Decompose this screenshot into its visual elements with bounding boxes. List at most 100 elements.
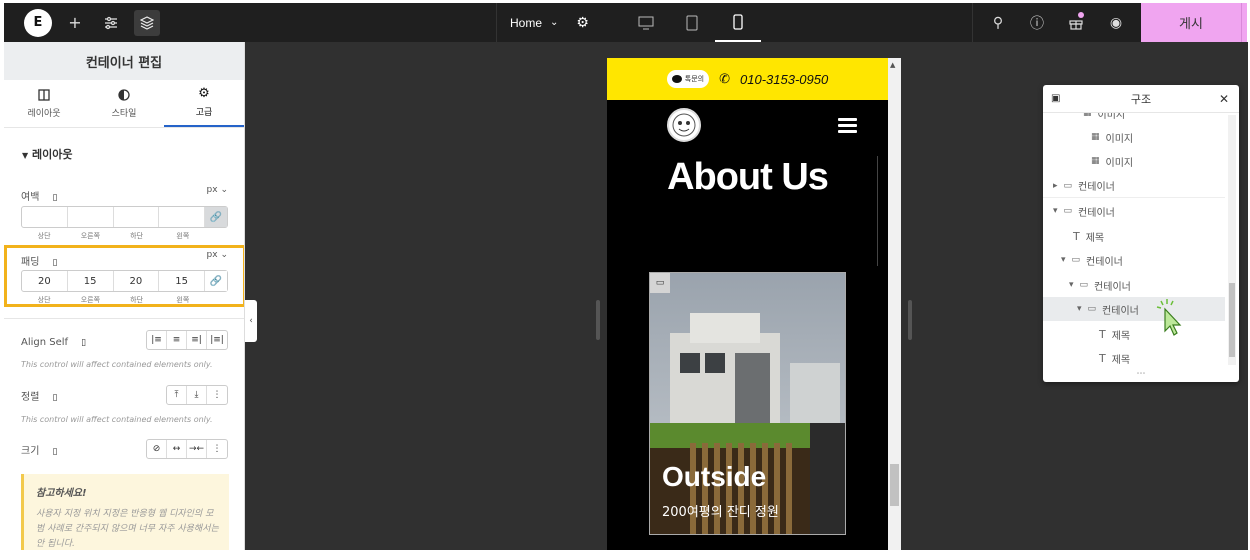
mobile-view-icon[interactable] — [715, 3, 761, 42]
phone-number[interactable]: 010-3153-0950 — [740, 72, 828, 87]
more-options-icon[interactable]: ⋮ — [207, 386, 227, 404]
scrollbar-thumb[interactable] — [890, 464, 899, 506]
margin-top-input[interactable] — [22, 207, 68, 227]
tree-item-container[interactable]: ▾ ▭ 컨테이너 — [1043, 273, 1225, 297]
margin-left-input[interactable] — [159, 207, 205, 227]
grow-icon[interactable]: ↔ — [167, 440, 187, 458]
tab-label: 레이아웃 — [27, 108, 61, 119]
collapse-panel-button[interactable]: ‹ — [245, 300, 257, 342]
page-settings-icon[interactable]: ⚙ — [576, 14, 589, 31]
padding-top-input[interactable]: 20 — [22, 271, 68, 291]
tree-item-heading[interactable]: T 제목 — [1043, 322, 1225, 346]
preview-scrollbar[interactable]: ▲ — [888, 58, 901, 550]
add-element-button[interactable]: + — [62, 10, 88, 36]
tree-item-image[interactable]: ▦ 이미지 — [1043, 149, 1225, 173]
tree-item-container[interactable]: ▾ ▭ 컨테이너 — [1043, 199, 1225, 223]
size-label: 크기 — [21, 446, 40, 457]
caret-down-icon[interactable]: ▾ — [1053, 206, 1058, 216]
page-selector[interactable]: Home ⌄ ⚙ — [510, 3, 589, 42]
structure-layers-button[interactable] — [134, 9, 160, 36]
scrollbar-thumb[interactable] — [1229, 283, 1235, 357]
resize-handle-right[interactable] — [908, 300, 912, 340]
container-icon: ▭ — [1063, 206, 1073, 216]
side-label-bottom: 하단 — [130, 296, 144, 304]
responsive-mobile-icon[interactable]: ▯ — [53, 258, 58, 268]
padding-label: 패딩 — [21, 257, 40, 268]
mobile-preview: 톡문의 ✆ 010-3153-0950 About Us ▭ Outside 2… — [607, 58, 888, 550]
heading-icon: T — [1073, 229, 1080, 243]
link-values-icon[interactable]: 🔗 — [205, 271, 227, 291]
scroll-up-icon[interactable]: ▲ — [890, 61, 895, 69]
responsive-mobile-icon[interactable]: ▯ — [53, 393, 58, 403]
padding-right-input[interactable]: 15 — [68, 271, 114, 291]
tree-item-container[interactable]: ▾ ▭ 컨테이너 — [1043, 248, 1225, 272]
margin-bottom-input[interactable] — [114, 207, 160, 227]
structure-title: 구조 — [1130, 92, 1152, 106]
padding-left-input[interactable]: 15 — [159, 271, 205, 291]
tab-advanced[interactable]: ⚙ 고급 — [164, 80, 244, 127]
more-options-icon[interactable]: ⋮ — [207, 440, 227, 458]
container-handle-icon[interactable]: ▭ — [650, 273, 670, 293]
house-photo — [650, 273, 845, 534]
caret-down-icon[interactable]: ▾ — [1077, 304, 1082, 314]
publish-button[interactable]: 게시 — [1141, 3, 1241, 42]
image-icon: ▦ — [1091, 132, 1100, 142]
tree-item-image[interactable]: ▦ 이미지 — [1043, 125, 1225, 149]
tablet-view-icon[interactable] — [669, 3, 715, 42]
tree-item-heading[interactable]: T 제목 — [1043, 224, 1225, 248]
unit-select[interactable]: px ⌄ — [207, 250, 228, 260]
responsive-mobile-icon[interactable]: ▯ — [53, 193, 58, 203]
desktop-view-icon[interactable] — [623, 3, 669, 42]
order-first-icon[interactable]: ⤒ — [167, 386, 187, 404]
collapse-all-icon[interactable]: ▣ — [1051, 93, 1060, 104]
padding-bottom-input[interactable]: 20 — [114, 271, 160, 291]
section-toggle-layout[interactable]: ▼ 레이아웃 — [22, 146, 244, 162]
margin-label: 여백 — [21, 192, 40, 203]
tree-item-container-selected[interactable]: ▾ ▭ 컨테이너 — [1043, 297, 1225, 321]
structure-header: ▣ 구조 ✕ — [1043, 85, 1239, 113]
none-icon[interactable]: ⊘ — [147, 440, 167, 458]
hamburger-menu-icon[interactable] — [838, 118, 857, 136]
publish-options-button[interactable] — [1241, 3, 1247, 42]
align-end-icon[interactable]: ≡| — [187, 331, 207, 349]
container-icon: ▭ — [1079, 280, 1089, 290]
caret-right-icon[interactable]: ▸ — [1053, 181, 1058, 191]
shrink-icon[interactable]: →← — [187, 440, 207, 458]
container-icon: ▭ — [1071, 255, 1081, 265]
responsive-mobile-icon[interactable]: ▯ — [53, 447, 58, 457]
section-title: 레이아웃 — [32, 148, 73, 161]
whats-new-gift-icon[interactable] — [1061, 3, 1091, 42]
structure-scrollbar[interactable] — [1228, 115, 1236, 365]
tab-style[interactable]: 스타일 — [84, 80, 164, 127]
tree-item-image[interactable]: ▦ 이미지 — [1043, 113, 1225, 125]
tab-layout[interactable]: 레이아웃 — [4, 80, 84, 127]
site-logo[interactable] — [667, 108, 701, 142]
elementor-logo-button[interactable]: E — [24, 8, 52, 37]
align-start-icon[interactable]: |≡ — [147, 331, 167, 349]
responsive-mobile-icon[interactable]: ▯ — [81, 338, 86, 348]
resize-dots-icon[interactable]: ⋯ — [1043, 370, 1239, 382]
unit-select[interactable]: px ⌄ — [207, 185, 228, 195]
preview-eye-icon[interactable]: ◉ — [1101, 3, 1131, 42]
order-last-icon[interactable]: ⤓ — [187, 386, 207, 404]
caret-down-icon[interactable]: ▾ — [1061, 255, 1066, 265]
notice-text: 사용자 지정 위치 지정은 반응형 웹 디자인의 모범 사례로 간주되지 않으며… — [36, 509, 219, 549]
about-heading: About Us — [667, 156, 829, 198]
side-label-left: 왼쪽 — [176, 232, 190, 240]
resize-handle-left[interactable] — [596, 300, 600, 340]
close-icon[interactable]: ✕ — [1219, 92, 1229, 106]
search-icon[interactable]: ⚲ — [983, 3, 1013, 42]
tree-item-container[interactable]: ▸ ▭ 컨테이너 — [1043, 174, 1225, 198]
site-settings-icon[interactable] — [98, 10, 124, 36]
align-stretch-icon[interactable]: |≡| — [207, 331, 227, 349]
link-values-icon[interactable]: 🔗 — [205, 207, 227, 227]
tree-item-heading[interactable]: T 제목 — [1043, 346, 1225, 368]
margin-right-input[interactable] — [68, 207, 114, 227]
caret-down-icon[interactable]: ▾ — [1069, 280, 1074, 290]
kakao-chat-button[interactable]: 톡문의 — [666, 70, 710, 88]
divider — [972, 3, 973, 42]
help-icon[interactable]: ⓘ — [1022, 3, 1052, 42]
side-label-bottom: 하단 — [130, 232, 144, 240]
align-center-icon[interactable]: ≡ — [167, 331, 187, 349]
outside-image-card[interactable]: ▭ Outside 200여평의 잔디 정원 — [649, 272, 846, 535]
